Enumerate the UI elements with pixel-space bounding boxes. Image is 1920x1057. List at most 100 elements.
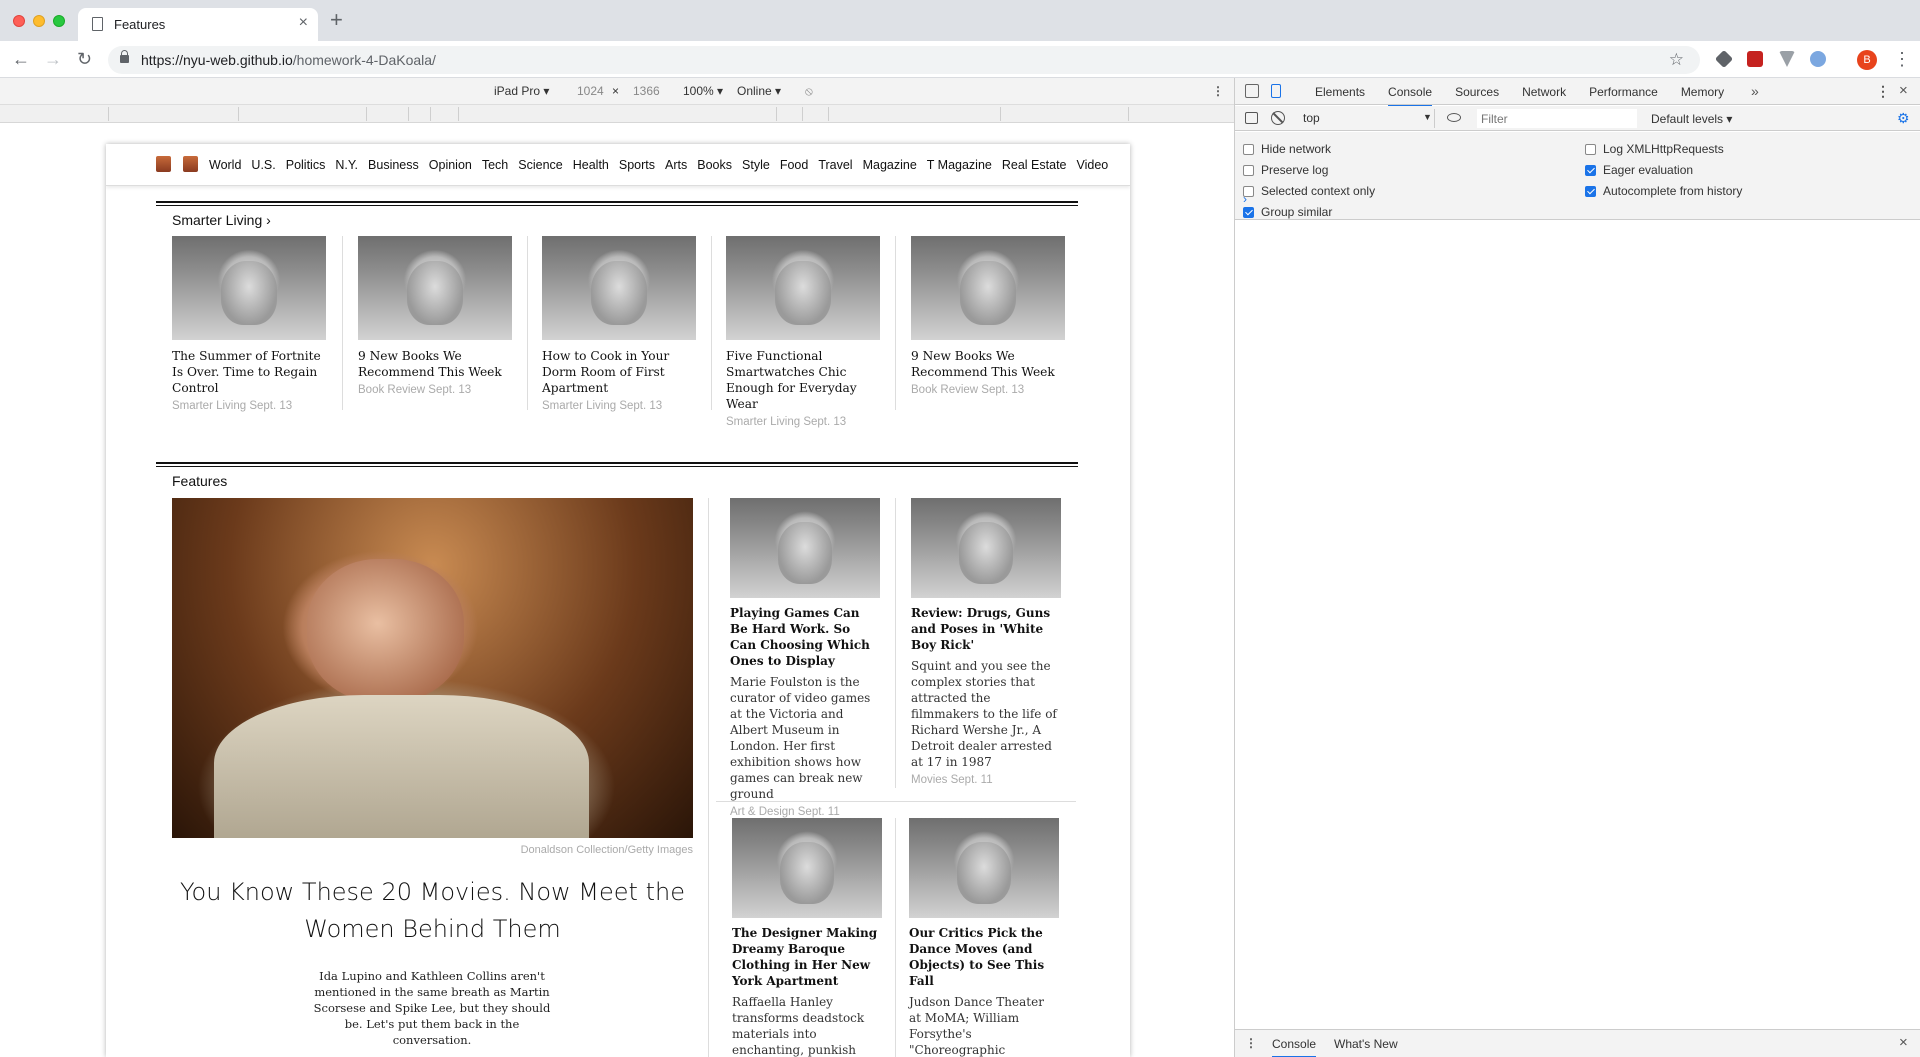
setting-log-xhr[interactable]: Log XMLHttpRequests [1585, 142, 1724, 156]
browser-tab-active[interactable]: Features × [78, 8, 318, 41]
feature-card[interactable]: The Designer Making Dreamy Baroque Cloth… [732, 818, 882, 1057]
devtools-menu-icon[interactable]: ⋮ [1876, 83, 1890, 100]
story-headline[interactable]: Our Critics Pick the Dance Moves (and Ob… [909, 925, 1059, 989]
section-title-features[interactable]: Features [172, 473, 227, 489]
setting-group-similar[interactable]: Group similar [1243, 205, 1332, 219]
more-tabs-icon[interactable]: » [1751, 83, 1759, 99]
nav-link[interactable]: U.S. [251, 158, 275, 172]
extension-blue-icon[interactable] [1810, 51, 1826, 67]
back-arrow-icon[interactable]: ← [12, 48, 30, 70]
setting-selected-context[interactable]: Selected context only [1243, 184, 1375, 198]
site-logo-icon[interactable] [183, 156, 198, 172]
nav-link[interactable]: Travel [818, 158, 852, 172]
story-headline[interactable]: Review: Drugs, Guns and Poses in 'White … [911, 605, 1061, 653]
extension-red-icon[interactable] [1747, 51, 1763, 67]
lead-story-headline[interactable]: You Know These 20 Movies. Now Meet the W… [172, 874, 693, 948]
checkbox-checked[interactable] [1585, 164, 1596, 176]
story-headline[interactable]: The Summer of Fortnite Is Over. Time to … [172, 348, 326, 396]
network-throttle-select[interactable]: Online ▾ [737, 84, 781, 98]
nav-link[interactable]: World [209, 158, 241, 172]
window-zoom-button[interactable] [53, 15, 65, 27]
nav-link[interactable]: Health [573, 158, 609, 172]
context-select[interactable]: top ▼ [1299, 109, 1435, 128]
clear-console-icon[interactable] [1271, 111, 1285, 125]
tab-memory[interactable]: Memory [1681, 85, 1724, 107]
feature-card[interactable]: Playing Games Can Be Hard Work. So Can C… [730, 498, 880, 818]
story-headline[interactable]: How to Cook in Your Dorm Room of First A… [542, 348, 696, 396]
media-query-ruler[interactable] [0, 105, 1234, 123]
checkbox[interactable] [1243, 164, 1254, 176]
zoom-select[interactable]: 100% ▾ [683, 84, 723, 98]
nav-link[interactable]: T Magazine [927, 158, 992, 172]
device-select[interactable]: iPad Pro ▾ [494, 84, 549, 98]
nav-link[interactable]: Books [697, 158, 732, 172]
story-card[interactable]: Five Functional Smartwatches Chic Enough… [726, 236, 880, 428]
nav-link[interactable]: Food [780, 158, 809, 172]
feature-card[interactable]: Review: Drugs, Guns and Poses in 'White … [911, 498, 1061, 786]
reload-icon[interactable]: ↻ [77, 48, 92, 70]
drawer-menu-icon[interactable]: ⋮ [1245, 1036, 1257, 1050]
setting-autocomplete-history[interactable]: Autocomplete from history [1585, 184, 1742, 198]
extension-vue-icon[interactable] [1779, 51, 1795, 67]
setting-preserve-log[interactable]: Preserve log [1243, 163, 1328, 177]
tab-network[interactable]: Network [1522, 85, 1566, 107]
nav-link[interactable]: Tech [482, 158, 508, 172]
drawer-tab-console[interactable]: Console [1272, 1037, 1317, 1057]
nav-link[interactable]: Opinion [429, 158, 472, 172]
eye-icon[interactable] [1447, 113, 1461, 122]
console-prompt[interactable]: › [1243, 192, 1247, 206]
inspect-icon[interactable] [1245, 84, 1259, 98]
story-card[interactable]: The Summer of Fortnite Is Over. Time to … [172, 236, 326, 412]
gear-icon[interactable]: ⚙ [1897, 110, 1910, 127]
checkbox[interactable] [1585, 143, 1596, 155]
address-bar[interactable]: https://nyu-web.github.io/homework-4-DaK… [108, 46, 1700, 74]
rotate-icon[interactable]: ⦸ [805, 84, 813, 99]
lead-story-image[interactable] [172, 498, 693, 838]
story-headline[interactable]: 9 New Books We Recommend This Week [911, 348, 1065, 380]
story-headline[interactable]: Playing Games Can Be Hard Work. So Can C… [730, 605, 880, 669]
nav-link[interactable]: Politics [286, 158, 326, 172]
window-minimize-button[interactable] [33, 15, 45, 27]
device-icon[interactable] [1271, 84, 1281, 98]
device-height-input[interactable]: 1366 [633, 84, 660, 98]
log-levels-select[interactable]: Default levels ▾ [1651, 112, 1732, 126]
nav-link[interactable]: Style [742, 158, 770, 172]
site-logo-icon[interactable] [156, 156, 171, 172]
extension-pen-icon[interactable] [1714, 49, 1734, 69]
nav-link[interactable]: Magazine [863, 158, 917, 172]
checkbox-checked[interactable] [1243, 206, 1254, 218]
tab-elements[interactable]: Elements [1315, 85, 1365, 107]
story-headline[interactable]: 9 New Books We Recommend This Week [358, 348, 512, 380]
nav-link[interactable]: Business [368, 158, 419, 172]
device-width-input[interactable]: 1024 [577, 84, 604, 98]
nav-link[interactable]: Arts [665, 158, 687, 172]
checkbox-checked[interactable] [1585, 185, 1596, 197]
console-filter-input[interactable] [1477, 109, 1637, 128]
section-title-smarter-living[interactable]: Smarter Living › [172, 212, 271, 228]
star-icon[interactable]: ☆ [1669, 50, 1684, 70]
avatar[interactable]: B [1857, 50, 1877, 70]
window-close-button[interactable] [13, 15, 25, 27]
tab-performance[interactable]: Performance [1589, 85, 1658, 107]
story-card[interactable]: 9 New Books We Recommend This Week Book … [358, 236, 512, 396]
close-icon[interactable]: × [1899, 82, 1908, 99]
drawer-tab-whats-new[interactable]: What's New [1334, 1037, 1398, 1051]
setting-eager-evaluation[interactable]: Eager evaluation [1585, 163, 1693, 177]
story-headline[interactable]: Five Functional Smartwatches Chic Enough… [726, 348, 880, 412]
device-toolbar-menu-icon[interactable]: ⋮ [1212, 84, 1224, 98]
close-icon[interactable]: × [1899, 1034, 1908, 1051]
feature-card[interactable]: Our Critics Pick the Dance Moves (and Ob… [909, 818, 1059, 1057]
browser-menu-icon[interactable]: ⋮ [1893, 48, 1911, 70]
nav-link[interactable]: Science [518, 158, 562, 172]
story-headline[interactable]: The Designer Making Dreamy Baroque Cloth… [732, 925, 882, 989]
story-card[interactable]: How to Cook in Your Dorm Room of First A… [542, 236, 696, 412]
forward-arrow-icon[interactable]: → [44, 48, 62, 70]
plus-icon[interactable]: + [330, 9, 343, 31]
nav-link[interactable]: Sports [619, 158, 655, 172]
nav-link[interactable]: N.Y. [335, 158, 358, 172]
tab-console[interactable]: Console [1388, 85, 1433, 107]
nav-link[interactable]: Real Estate [1002, 158, 1067, 172]
setting-hide-network[interactable]: Hide network [1243, 142, 1331, 156]
close-icon[interactable]: × [299, 14, 308, 32]
checkbox[interactable] [1243, 143, 1254, 155]
